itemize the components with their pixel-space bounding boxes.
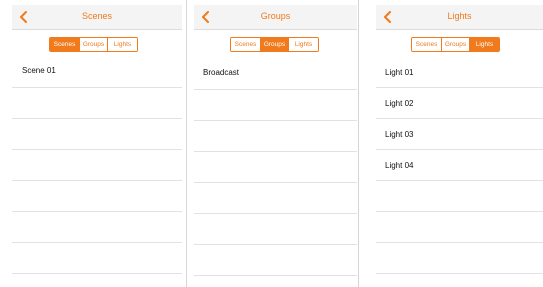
navigation-bar: Scenes xyxy=(12,5,182,30)
empty-row xyxy=(376,181,543,212)
page-title: Scenes xyxy=(81,11,113,21)
list-item-label: Light 03 xyxy=(385,130,414,139)
empty-row xyxy=(194,245,357,276)
segment-lights[interactable]: Lights xyxy=(108,38,137,51)
scene-list: Scene 01 xyxy=(12,57,182,274)
empty-row xyxy=(194,90,357,121)
list-item-broadcast[interactable]: Broadcast xyxy=(194,57,357,90)
empty-row xyxy=(12,88,182,119)
groups-screen: Groups Scenes Groups Lights Broadcast xyxy=(194,0,357,287)
list-item-label: Scene 01 xyxy=(22,66,56,75)
empty-row xyxy=(194,214,357,245)
empty-row xyxy=(12,119,182,150)
segmented-control: Scenes Groups Lights xyxy=(49,37,138,52)
segment-groups[interactable]: Groups xyxy=(80,38,108,51)
list-item-light-02[interactable]: Light 02 xyxy=(376,88,543,119)
segment-scenes[interactable]: Scenes xyxy=(412,38,442,51)
list-item-label: Light 01 xyxy=(385,68,414,77)
empty-row xyxy=(376,243,543,274)
navigation-bar: Groups xyxy=(194,5,357,30)
list-item-light-03[interactable]: Light 03 xyxy=(376,119,543,150)
list-item-label: Broadcast xyxy=(203,68,240,77)
lights-screen: Lights Scenes Groups Lights Light 01 Lig… xyxy=(376,0,543,287)
screen-divider xyxy=(186,0,187,287)
empty-row xyxy=(194,152,357,183)
empty-row xyxy=(194,183,357,214)
empty-row xyxy=(12,181,182,212)
scenes-screen: Scenes Scenes Groups Lights Scene 01 xyxy=(12,0,182,287)
empty-row xyxy=(12,212,182,243)
page-title: Groups xyxy=(260,11,291,21)
segment-groups[interactable]: Groups xyxy=(442,38,470,51)
segment-scenes[interactable]: Scenes xyxy=(231,38,261,51)
segmented-control: Scenes Groups Lights xyxy=(230,37,319,52)
list-item-light-04[interactable]: Light 04 xyxy=(376,150,543,181)
screen-divider xyxy=(358,0,359,287)
list-item-label: Light 04 xyxy=(385,161,414,170)
page-title: Lights xyxy=(447,11,472,21)
segment-groups[interactable]: Groups xyxy=(261,38,289,51)
light-list: Light 01 Light 02 Light 03 Light 04 xyxy=(376,57,543,274)
empty-row xyxy=(12,150,182,181)
list-item-scene-01[interactable]: Scene 01 xyxy=(12,57,182,88)
segmented-control: Scenes Groups Lights xyxy=(411,37,500,52)
empty-row xyxy=(376,212,543,243)
list-item-light-01[interactable]: Light 01 xyxy=(376,57,543,88)
list-item-label: Light 02 xyxy=(385,99,414,108)
navigation-bar: Lights xyxy=(376,5,543,30)
segment-lights[interactable]: Lights xyxy=(289,38,318,51)
empty-row xyxy=(12,243,182,274)
empty-row xyxy=(194,121,357,152)
segment-lights[interactable]: Lights xyxy=(470,38,499,51)
segment-scenes[interactable]: Scenes xyxy=(50,38,80,51)
group-list: Broadcast xyxy=(194,57,357,276)
